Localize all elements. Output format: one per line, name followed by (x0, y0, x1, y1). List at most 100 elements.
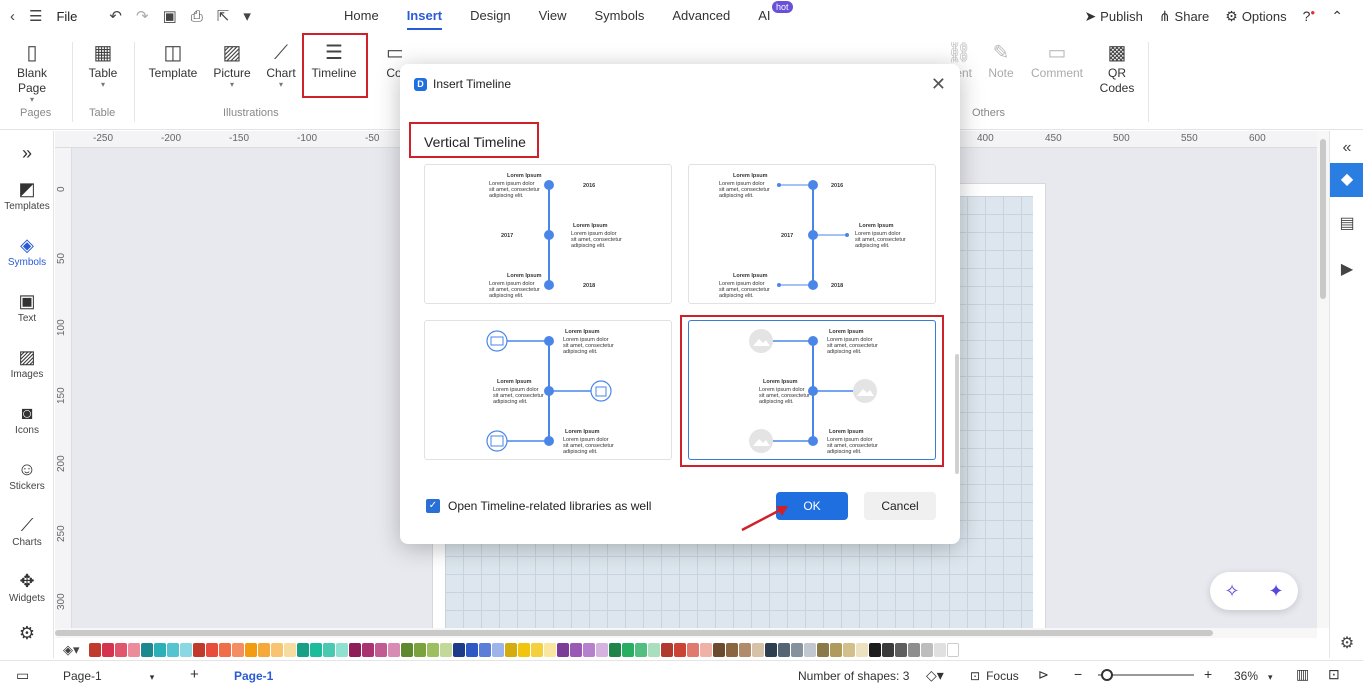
tab-insert[interactable]: Insert (393, 0, 456, 32)
fill-color-icon[interactable]: ◈▾ (63, 642, 89, 658)
color-swatch[interactable] (245, 643, 257, 657)
color-swatch[interactable] (206, 643, 218, 657)
play-icon[interactable]: ⊳ (1038, 667, 1049, 683)
color-swatch[interactable] (778, 643, 790, 657)
undo-icon[interactable]: ↶ (109, 7, 122, 25)
sidebar-settings[interactable]: ⚙ (0, 621, 54, 645)
qr-codes-button[interactable]: ▩ QR Codes (1098, 40, 1136, 96)
color-swatch[interactable] (167, 643, 179, 657)
timeline-template-card-1[interactable]: Lorem Ipsum Lorem ipsum dolor sit amet, … (424, 164, 672, 304)
file-menu[interactable]: File (56, 9, 77, 24)
color-swatch[interactable] (479, 643, 491, 657)
chart-button[interactable]: ⟋ Chart ▾ (262, 40, 300, 89)
color-swatch[interactable] (908, 643, 920, 657)
color-swatch[interactable] (687, 643, 699, 657)
color-swatch[interactable] (271, 643, 283, 657)
color-swatch[interactable] (154, 643, 166, 657)
color-swatch[interactable] (219, 643, 231, 657)
fill-bucket-icon[interactable]: ◆ (1330, 163, 1363, 197)
color-swatch[interactable] (505, 643, 517, 657)
color-swatch[interactable] (570, 643, 582, 657)
color-swatch[interactable] (115, 643, 127, 657)
horizontal-scrollbar[interactable] (55, 628, 1317, 638)
color-swatch[interactable] (726, 643, 738, 657)
back-icon[interactable]: ‹ (10, 8, 15, 25)
blank-page-button[interactable]: ▯ Blank Page ▾ (14, 40, 50, 104)
color-swatch[interactable] (128, 643, 140, 657)
color-swatch[interactable] (193, 643, 205, 657)
color-swatch[interactable] (427, 643, 439, 657)
sidebar-item-icons[interactable]: ◙ Icons (0, 401, 54, 436)
color-swatch[interactable] (323, 643, 335, 657)
hamburger-icon[interactable]: ☰ (29, 7, 42, 25)
redo-icon[interactable]: ↷ (136, 7, 149, 25)
tab-design[interactable]: Design (456, 0, 524, 32)
color-swatch[interactable] (635, 643, 647, 657)
share-button[interactable]: ⋔ Share (1159, 8, 1209, 25)
template-button[interactable]: ◫ Template (146, 40, 200, 81)
color-swatch[interactable] (934, 643, 946, 657)
add-page-icon[interactable]: + (190, 666, 199, 683)
sidebar-item-text[interactable]: ▣ Text (0, 289, 54, 324)
note-button[interactable]: ✎ Note (984, 40, 1018, 81)
color-swatch[interactable] (661, 643, 673, 657)
color-swatch[interactable] (700, 643, 712, 657)
page-selector[interactable]: Page-1 ▾ (63, 669, 154, 683)
color-swatch[interactable] (804, 643, 816, 657)
color-swatch[interactable] (557, 643, 569, 657)
color-swatch[interactable] (349, 643, 361, 657)
page-properties-icon[interactable]: ▤ (1330, 207, 1363, 241)
color-swatch[interactable] (869, 643, 881, 657)
color-swatch[interactable] (401, 643, 413, 657)
scrollbar-thumb[interactable] (55, 630, 1213, 636)
tab-symbols[interactable]: Symbols (581, 0, 659, 32)
color-swatch[interactable] (752, 643, 764, 657)
more-icon[interactable]: ▾ (243, 7, 251, 25)
dialog-scrollbar[interactable] (955, 354, 959, 474)
sidebar-item-templates[interactable]: ◩ Templates (0, 177, 54, 212)
color-swatch[interactable] (414, 643, 426, 657)
layers-icon[interactable]: ◇▾ (926, 667, 944, 684)
color-swatch[interactable] (648, 643, 660, 657)
color-swatch[interactable] (609, 643, 621, 657)
color-swatch[interactable] (362, 643, 374, 657)
color-swatch[interactable] (310, 643, 322, 657)
color-swatch[interactable] (232, 643, 244, 657)
color-swatch[interactable] (102, 643, 114, 657)
close-icon[interactable]: ✕ (931, 74, 946, 95)
options-button[interactable]: ⚙ Options (1225, 8, 1286, 25)
collapse-panel-icon[interactable]: « (1330, 131, 1363, 165)
fit-screen-icon[interactable]: ⊡ (1328, 666, 1340, 683)
color-swatch[interactable] (89, 643, 101, 657)
color-swatch[interactable] (297, 643, 309, 657)
picture-button[interactable]: ▨ Picture ▾ (210, 40, 254, 89)
expand-sidebar-button[interactable]: » (0, 141, 54, 165)
color-swatch[interactable] (284, 643, 296, 657)
color-swatch[interactable] (531, 643, 543, 657)
comment-button[interactable]: ▭ Comment (1028, 40, 1086, 81)
color-swatch[interactable] (544, 643, 556, 657)
color-swatch[interactable] (843, 643, 855, 657)
collapse-ribbon-icon[interactable]: ⌃ (1331, 8, 1343, 25)
color-swatch[interactable] (180, 643, 192, 657)
export-icon[interactable]: ⇱ (217, 7, 230, 25)
cancel-button[interactable]: Cancel (864, 492, 936, 520)
color-swatch[interactable] (596, 643, 608, 657)
ai-brush-icon[interactable]: ✧ (1224, 581, 1239, 602)
zoom-in-icon[interactable]: + (1204, 666, 1212, 682)
color-swatch[interactable] (830, 643, 842, 657)
tab-ai[interactable]: AI hot (744, 0, 793, 32)
sidebar-item-charts[interactable]: ⟋ Charts (0, 513, 54, 548)
page-tab-active[interactable]: Page-1 (234, 669, 273, 683)
tab-view[interactable]: View (525, 0, 581, 32)
sidebar-item-widgets[interactable]: ✥ Widgets (0, 569, 54, 604)
save-icon[interactable]: ▣ (163, 7, 177, 25)
checkbox-checked-icon[interactable]: ✓ (426, 499, 440, 513)
color-swatch[interactable] (674, 643, 686, 657)
color-swatch[interactable] (453, 643, 465, 657)
zoom-out-icon[interactable]: − (1074, 666, 1082, 682)
tab-advanced[interactable]: Advanced (658, 0, 744, 32)
ai-sparkle-icon[interactable]: ✦ (1268, 581, 1283, 602)
color-swatch[interactable] (440, 643, 452, 657)
color-swatch[interactable] (141, 643, 153, 657)
